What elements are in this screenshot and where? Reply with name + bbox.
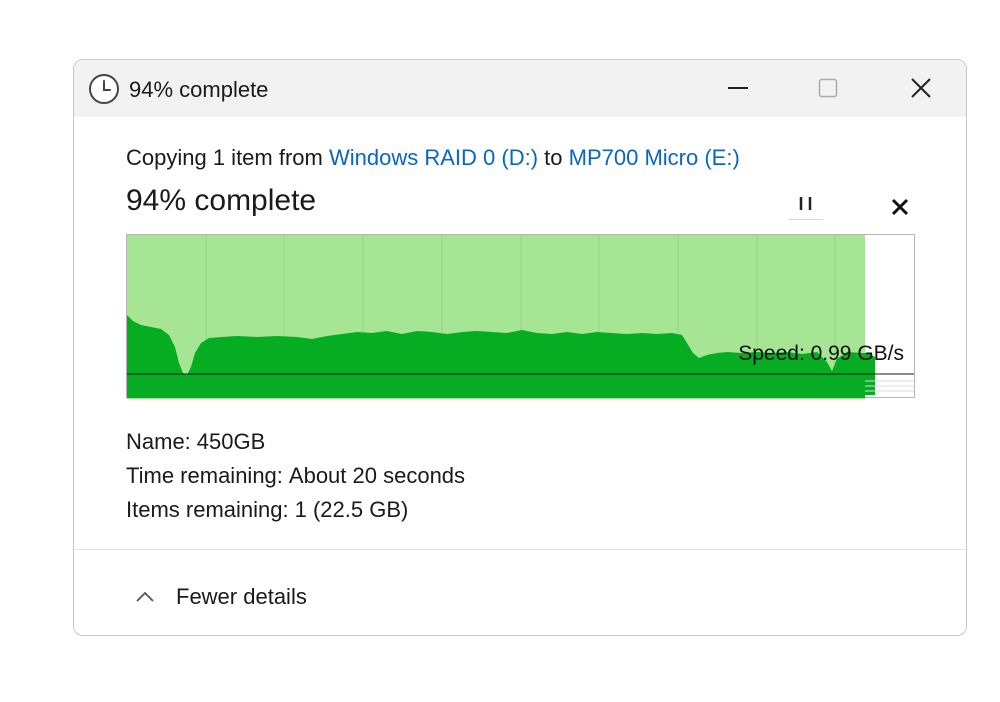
copy-description: Copying 1 item from Windows RAID 0 (D:) … <box>126 145 740 171</box>
close-window-button[interactable] <box>901 70 941 106</box>
time-remaining-label: Time remaining: <box>126 463 283 488</box>
cancel-icon <box>891 198 909 216</box>
items-remaining-value: 1 (22.5 GB) <box>294 497 409 522</box>
source-link[interactable]: Windows RAID 0 (D:) <box>329 145 538 170</box>
items-remaining-label: Items remaining: <box>126 497 289 522</box>
details-section: Name: 450GB Time remaining: About 20 secon… <box>126 425 465 527</box>
pause-button[interactable] <box>787 188 825 222</box>
copy-progress-dialog: 94% complete Copying 1 item from Windows… <box>73 59 967 636</box>
name-label: Name: <box>126 429 191 454</box>
speed-label: Speed: 0.99 GB/s <box>738 342 904 365</box>
destination-link[interactable]: MP700 Micro (E:) <box>569 145 740 170</box>
maximize-button[interactable] <box>808 70 848 106</box>
maximize-icon <box>818 78 838 98</box>
close-icon <box>911 78 931 98</box>
items-remaining-row: Items remaining: 1 (22.5 GB) <box>126 493 465 527</box>
divider <box>74 549 966 550</box>
fewer-details-toggle[interactable]: Fewer details <box>134 580 307 614</box>
transfer-speed-graph: Speed: 0.99 GB/s <box>126 234 915 399</box>
clock-icon <box>89 74 119 104</box>
title-bar[interactable]: 94% complete <box>74 60 966 117</box>
minimize-button[interactable] <box>718 70 758 106</box>
time-remaining-row: Time remaining: About 20 seconds <box>126 459 465 493</box>
progress-percent-label: 94% complete <box>126 184 317 217</box>
pause-icon <box>799 197 812 210</box>
time-remaining-value: About 20 seconds <box>288 463 466 488</box>
chevron-up-icon <box>136 591 154 602</box>
copy-prefix-text: Copying 1 item from <box>126 145 323 170</box>
fewer-details-label: Fewer details <box>176 584 307 609</box>
window-title: 94% complete <box>129 77 269 102</box>
copy-middle-text: to <box>544 145 563 170</box>
cancel-button[interactable] <box>882 191 918 223</box>
name-row: Name: 450GB <box>126 425 465 459</box>
name-value: 450GB <box>196 429 266 454</box>
minimize-icon <box>728 87 748 89</box>
